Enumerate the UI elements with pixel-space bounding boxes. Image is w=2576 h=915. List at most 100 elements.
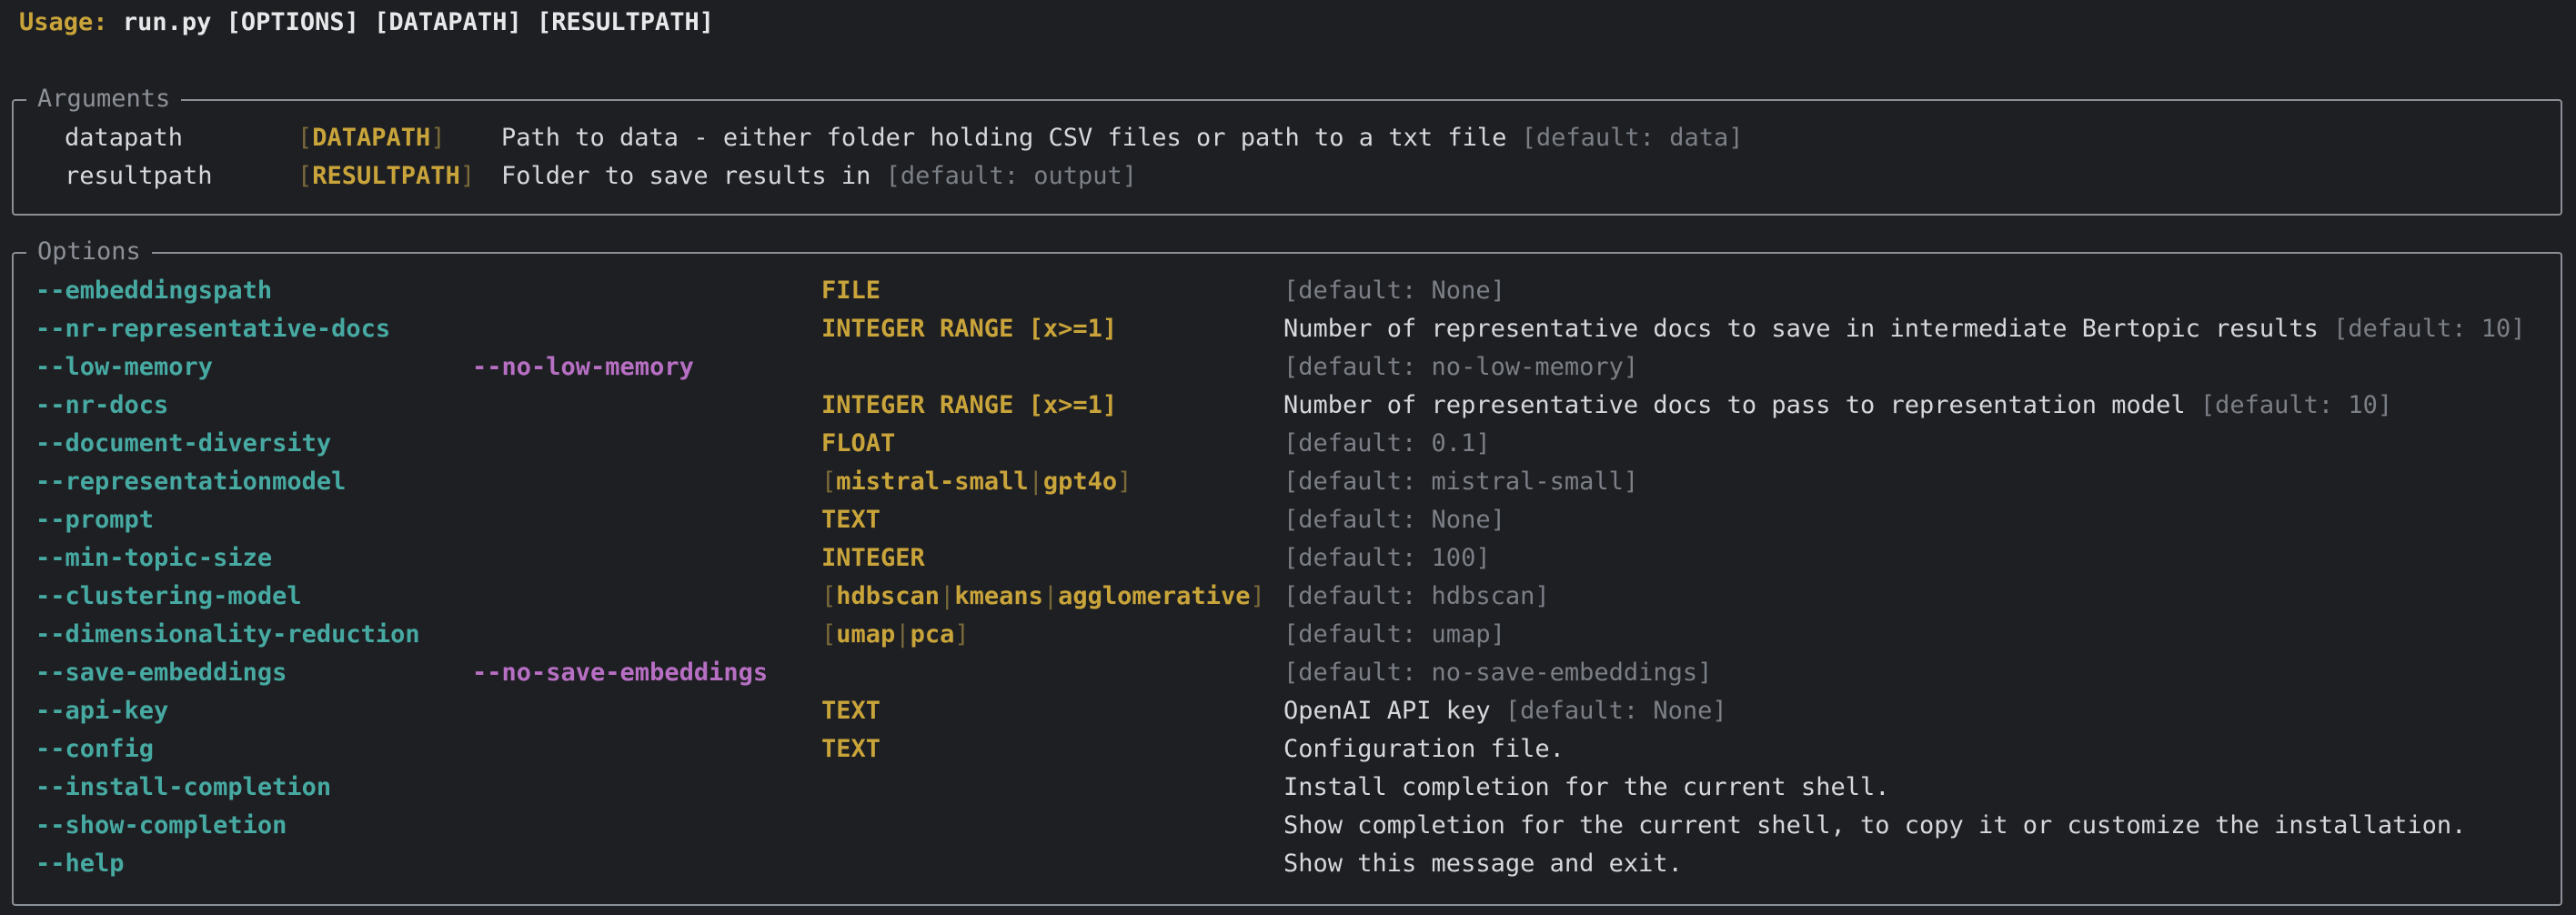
bracket-close: ] [1250, 582, 1265, 610]
option-description: [default: 100] [1283, 539, 1491, 578]
option-type: INTEGER RANGE [x>=1] [821, 315, 1118, 343]
choice-value: umap [836, 620, 896, 649]
default-value: [default: mistral-small] [1283, 468, 1639, 496]
choice-separator: | [1042, 582, 1059, 610]
usage-line: Usage: run.py [OPTIONS] [DATAPATH] [RESU… [19, 4, 714, 42]
option-description: Show this message and exit. [1283, 845, 1683, 883]
option-name: --show-completion [35, 811, 287, 840]
option-name: --nr-docs [35, 391, 169, 419]
bracket-close: ] [1117, 468, 1132, 496]
option-description: Number of representative docs to save in… [1283, 310, 2525, 348]
option-negation: --no-low-memory [472, 353, 694, 381]
metavar-text: RESULTPATH [312, 162, 460, 190]
option-name: --prompt [35, 506, 155, 534]
description-text: Number of representative docs to save in… [1283, 315, 2319, 343]
usage-text: run.py [OPTIONS] [DATAPATH] [RESULTPATH] [122, 8, 715, 36]
option-name: --clustering-model [35, 582, 302, 610]
bracket-close: ] [459, 162, 476, 190]
choice-value: agglomerative [1058, 582, 1251, 610]
option-description: Install completion for the current shell… [1283, 769, 1889, 807]
bracket-open: [ [821, 620, 837, 649]
description-text: Folder to save results in [501, 162, 871, 190]
option-description: [default: no-low-memory] [1283, 348, 1638, 387]
choice-value: kmeans [954, 582, 1043, 610]
option-description: [default: no-save-embeddings] [1283, 654, 1712, 692]
choice-value: pca [910, 620, 955, 649]
default-value: [default: 10] [2199, 391, 2393, 419]
option-name: --install-completion [35, 773, 332, 801]
arguments-panel-title: Arguments [26, 81, 182, 117]
option-choices: [umap|pca] [821, 616, 970, 654]
option-name: --config [35, 735, 155, 763]
option-description: [default: 0.1] [1283, 425, 1491, 463]
option-choices: [hdbscan|kmeans|agglomerative] [821, 578, 1265, 616]
bracket-open: [ [297, 124, 313, 152]
bracket-close: ] [430, 124, 446, 152]
argument-description: Path to data - either folder holding CSV… [501, 119, 1743, 157]
description-text: Show completion for the current shell, t… [1283, 811, 2467, 840]
option-name: --representationmodel [35, 468, 347, 496]
choice-value: hdbscan [836, 582, 941, 610]
choice-separator: | [940, 582, 955, 610]
option-description: [default: hdbscan] [1283, 578, 1550, 616]
default-value: [default: None] [1283, 277, 1505, 305]
default-value: [default: None] [1504, 697, 1727, 725]
description-text: Path to data - either folder holding CSV… [501, 124, 1507, 152]
option-name: --save-embeddings [35, 659, 287, 687]
option-description: [default: mistral-small] [1283, 463, 1638, 501]
option-type: INTEGER RANGE [x>=1] [821, 391, 1118, 419]
option-negation: --no-save-embeddings [472, 659, 769, 687]
bracket-open: [ [821, 582, 837, 610]
default-value: [default: 10] [2333, 315, 2526, 343]
option-name: --help [35, 850, 125, 878]
option-name: --nr-representative-docs [35, 315, 391, 343]
option-description: OpenAI API key [default: None] [1283, 692, 1727, 730]
argument-metavar: [RESULTPATH] [297, 157, 475, 196]
option-type: TEXT [821, 506, 881, 534]
option-name: --min-topic-size [35, 544, 273, 572]
argument-name: datapath [65, 124, 184, 152]
description-text: Show this message and exit. [1283, 850, 1683, 878]
option-description: Number of representative docs to pass to… [1283, 387, 2392, 425]
option-type: FLOAT [821, 429, 896, 458]
option-name: --api-key [35, 697, 169, 725]
option-name: --document-diversity [35, 429, 332, 458]
description-text: Configuration file. [1283, 735, 1565, 763]
options-panel-title: Options [26, 234, 152, 270]
option-type: TEXT [821, 735, 881, 763]
choice-value: gpt4o [1042, 468, 1118, 496]
default-value: [default: no-low-memory] [1283, 353, 1639, 381]
option-name: --embeddingspath [35, 277, 273, 305]
choice-separator: | [895, 620, 911, 649]
description-text: Number of representative docs to pass to… [1283, 391, 2186, 419]
default-value: [default: 0.1] [1283, 429, 1491, 458]
option-description: Configuration file. [1283, 730, 1565, 769]
description-text: Install completion for the current shell… [1283, 773, 1890, 801]
option-choices: [mistral-small|gpt4o] [821, 463, 1132, 501]
default-value: [default: 100] [1283, 544, 1491, 572]
default-value: [default: hdbscan] [1283, 582, 1550, 610]
argument-name: resultpath [65, 162, 213, 190]
choice-value: mistral-small [836, 468, 1029, 496]
option-description: Show completion for the current shell, t… [1283, 807, 2466, 845]
option-description: [default: None] [1283, 272, 1505, 310]
default-value: [default: data] [1521, 124, 1744, 152]
bracket-open: [ [821, 468, 837, 496]
usage-label: Usage: [19, 8, 108, 36]
option-type: TEXT [821, 697, 881, 725]
argument-description: Folder to save results in [default: outp… [501, 157, 1137, 196]
option-description: [default: umap] [1283, 616, 1505, 654]
argument-metavar: [DATAPATH] [297, 119, 446, 157]
default-value: [default: no-save-embeddings] [1283, 659, 1713, 687]
option-type: FILE [821, 277, 881, 305]
metavar-text: DATAPATH [312, 124, 431, 152]
options-panel: Options --embeddingspath FILE [default: No… [12, 234, 2562, 906]
default-value: [default: output] [885, 162, 1137, 190]
option-type: INTEGER [821, 544, 925, 572]
bracket-close: ] [954, 620, 970, 649]
option-description: [default: None] [1283, 501, 1505, 539]
bracket-open: [ [297, 162, 313, 190]
default-value: [default: None] [1283, 506, 1505, 534]
arguments-panel: Arguments datapath [DATAPATH] Path to data… [12, 81, 2562, 216]
choice-separator: | [1028, 468, 1043, 496]
